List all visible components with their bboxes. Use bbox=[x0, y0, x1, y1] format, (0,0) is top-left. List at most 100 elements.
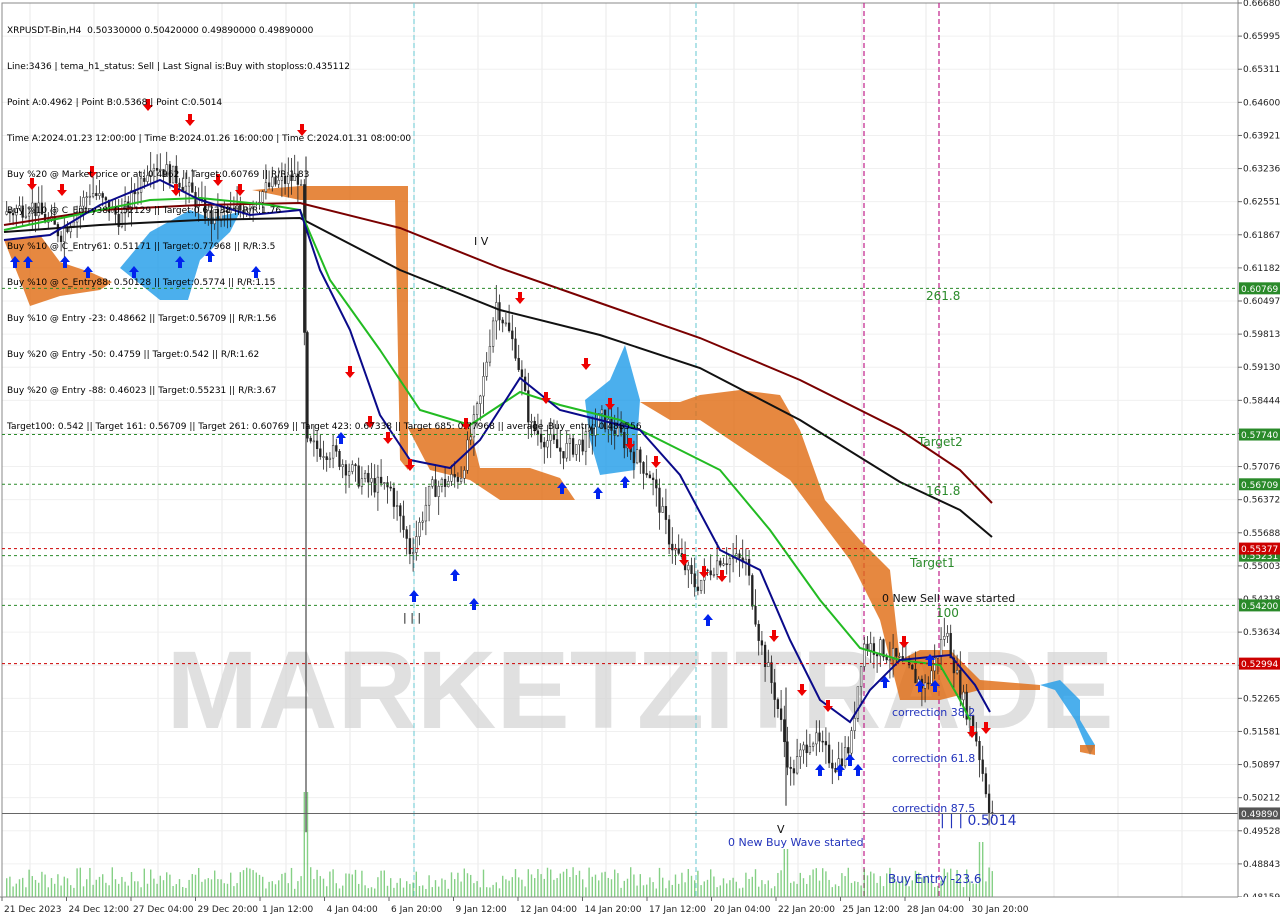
volume-bar bbox=[364, 885, 366, 897]
volume-bar bbox=[527, 869, 529, 897]
volume-bar bbox=[6, 878, 8, 897]
candle-body bbox=[802, 744, 805, 751]
volume-bar bbox=[562, 871, 565, 897]
volume-bar bbox=[166, 872, 168, 897]
candle-body bbox=[795, 756, 799, 774]
candle-body bbox=[443, 478, 447, 487]
volume-bar bbox=[770, 888, 773, 897]
volume-bar bbox=[290, 867, 293, 897]
volume-bar bbox=[479, 887, 481, 897]
volume-bar bbox=[825, 871, 827, 897]
price-tick-label: 0.50212 bbox=[1243, 794, 1280, 804]
candle-body bbox=[395, 505, 399, 507]
price-tick-label: 0.55003 bbox=[1243, 562, 1280, 572]
indicator-info-panel: XRPUSDT-Bin,H4 0.50330000 0.50420000 0.4… bbox=[7, 1, 642, 445]
volume-bar bbox=[860, 885, 862, 897]
volume-bar bbox=[15, 883, 17, 897]
volume-bar bbox=[543, 878, 545, 897]
volume-bar bbox=[713, 876, 715, 897]
volume-bar bbox=[815, 868, 817, 897]
volume-bar bbox=[630, 867, 632, 897]
volume-bar bbox=[258, 874, 261, 897]
volume-bar bbox=[12, 886, 14, 897]
volume-bar bbox=[838, 886, 840, 897]
volume-bar bbox=[66, 878, 69, 897]
candle-body bbox=[792, 768, 796, 774]
candle-body bbox=[783, 719, 786, 743]
volume-bar bbox=[418, 885, 421, 897]
time-tick-label: 21 Dec 2023 bbox=[4, 905, 62, 915]
candle-body bbox=[575, 444, 578, 455]
candle-body bbox=[757, 623, 760, 641]
volume-bar bbox=[95, 879, 97, 897]
candle-body bbox=[693, 573, 696, 588]
candle-body bbox=[773, 682, 776, 700]
candle-body bbox=[706, 569, 709, 572]
volume-bar bbox=[380, 870, 382, 897]
volume-bar bbox=[188, 879, 190, 897]
volume-bar bbox=[236, 883, 238, 897]
volume-bar bbox=[226, 883, 229, 897]
time-tick-label: 9 Jan 12:00 bbox=[456, 905, 508, 915]
volume-bar bbox=[566, 868, 568, 897]
volume-bar bbox=[610, 879, 613, 897]
volume-bar bbox=[169, 874, 171, 897]
candle-body bbox=[895, 648, 898, 657]
candle-body bbox=[722, 563, 725, 566]
volume-bar bbox=[623, 880, 625, 897]
candle-body bbox=[939, 639, 943, 657]
volume-bar bbox=[390, 878, 392, 897]
candle-body bbox=[440, 478, 444, 487]
price-tick-label: 0.64600 bbox=[1243, 98, 1280, 108]
candle-body bbox=[319, 448, 322, 457]
volume-bar bbox=[697, 870, 699, 897]
time-axis: 21 Dec 2023 24 Dec 12:00 27 Dec 04:00 29 De… bbox=[0, 896, 1280, 920]
volume-bar bbox=[73, 887, 75, 897]
volume-bar bbox=[114, 879, 117, 897]
volume-bar bbox=[466, 873, 469, 897]
volume-bar bbox=[857, 881, 859, 897]
volume-bar bbox=[79, 867, 81, 897]
volume-bar bbox=[665, 888, 667, 897]
correction-618-label: correction 61.8 bbox=[892, 752, 975, 765]
volume-bar bbox=[386, 885, 389, 897]
sell-wave-label: 0 New Sell wave started bbox=[882, 592, 1015, 605]
candle-body bbox=[559, 447, 562, 452]
volume-bar bbox=[274, 884, 277, 897]
volume-bar bbox=[98, 876, 101, 897]
volume-bar bbox=[738, 888, 741, 897]
time-tick-label: 24 Dec 12:00 bbox=[69, 905, 130, 915]
price-badge-label: 0.60769 bbox=[1241, 285, 1278, 295]
candle-body bbox=[911, 664, 914, 670]
volume-bar bbox=[246, 867, 248, 897]
candle-body bbox=[712, 574, 716, 576]
volume-bar bbox=[412, 882, 414, 897]
volume-bar bbox=[367, 888, 369, 897]
volume-bar bbox=[370, 887, 373, 897]
candle-body bbox=[843, 747, 847, 767]
volume-bar bbox=[447, 888, 449, 897]
candle-body bbox=[927, 682, 930, 685]
volume-bar bbox=[729, 880, 731, 897]
volume-bar bbox=[319, 876, 321, 897]
volume-bar bbox=[34, 879, 37, 897]
price-tick-label: 0.65311 bbox=[1243, 65, 1280, 75]
volume-bar bbox=[847, 867, 849, 897]
candle-body bbox=[943, 636, 946, 640]
price-badge-label: 0.54200 bbox=[1241, 602, 1278, 612]
info-line: Line:3436 | tema_h1_status: Sell | Last … bbox=[7, 62, 350, 72]
volume-bar bbox=[511, 877, 513, 897]
volume-bar bbox=[105, 882, 107, 897]
volume-bar bbox=[687, 869, 689, 897]
volume-bar bbox=[988, 867, 990, 897]
time-tick-label: 14 Jan 20:00 bbox=[585, 905, 642, 915]
volume-bar bbox=[31, 876, 33, 897]
price-badge-label: 0.49890 bbox=[1241, 810, 1278, 820]
volume-bar bbox=[89, 867, 91, 897]
volume-bar bbox=[63, 876, 65, 897]
volume-bar bbox=[556, 878, 558, 897]
candle-body bbox=[987, 793, 991, 813]
price-tick-label: 0.50897 bbox=[1243, 761, 1280, 771]
volume-bar bbox=[434, 880, 437, 897]
volume-bar bbox=[223, 883, 225, 897]
